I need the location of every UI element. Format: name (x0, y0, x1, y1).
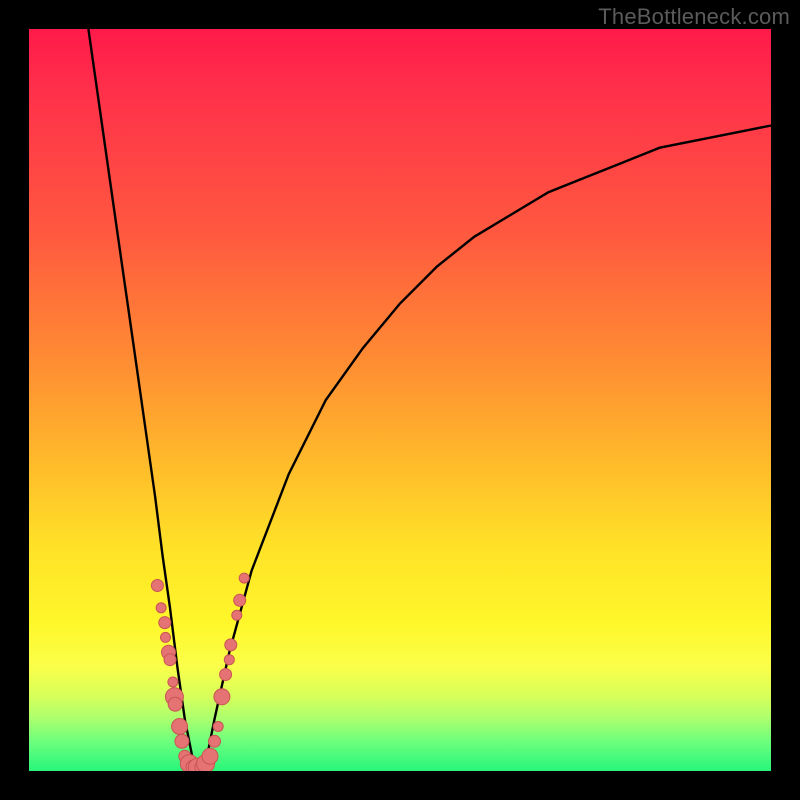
data-marker (172, 719, 188, 735)
data-marker (239, 573, 249, 583)
marker-group (151, 573, 249, 771)
data-marker (159, 617, 171, 629)
data-marker (164, 654, 176, 666)
data-marker (232, 610, 242, 620)
data-marker (168, 677, 178, 687)
data-marker (151, 580, 163, 592)
chart-svg (29, 29, 771, 771)
watermark-text: TheBottleneck.com (598, 4, 790, 30)
data-marker (225, 639, 237, 651)
data-marker (168, 697, 182, 711)
data-marker (156, 603, 166, 613)
bottleneck-curve (88, 29, 771, 771)
data-marker (234, 594, 246, 606)
plot-area (29, 29, 771, 771)
data-marker (224, 655, 234, 665)
data-marker (161, 632, 171, 642)
data-marker (213, 722, 223, 732)
data-marker (209, 735, 221, 747)
data-marker (214, 689, 230, 705)
data-marker (220, 669, 232, 681)
chart-frame: TheBottleneck.com (0, 0, 800, 800)
data-marker (202, 748, 218, 764)
data-marker (175, 734, 189, 748)
